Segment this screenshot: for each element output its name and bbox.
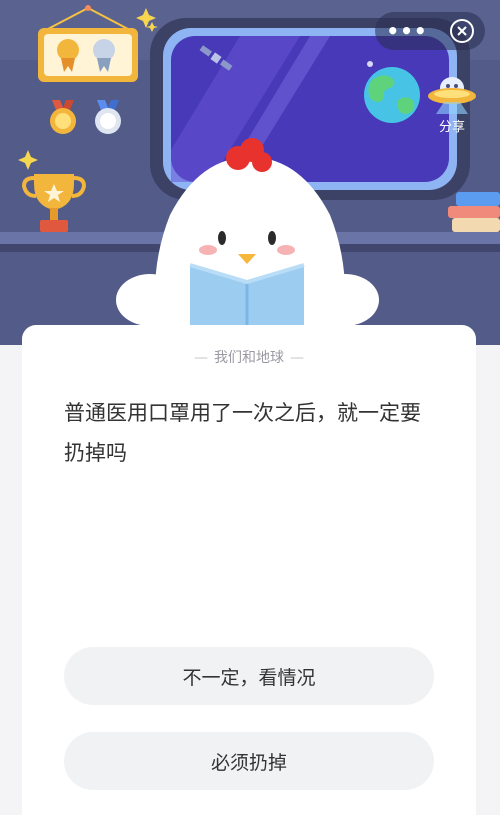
answer-option-1-label: 不一定，看情况 (182, 666, 316, 689)
category-label: 我们和地球 (214, 350, 284, 366)
category-title: — 我们和地球 — (22, 347, 476, 367)
category-dash-right: — (290, 350, 304, 366)
share-label: 分享 (438, 120, 465, 135)
more-dots-icon[interactable]: ••• (386, 12, 427, 50)
answer-option-2[interactable]: 必须扔掉 (64, 732, 434, 790)
answer-option-2-label: 必须扔掉 (210, 751, 287, 774)
ufo-share-icon (428, 77, 476, 114)
top-capsule: ••• (375, 12, 485, 50)
share-button[interactable]: 分享 (424, 68, 480, 140)
question-text: 普通医用口罩用了一次之后，就一定要扔掉吗 (64, 401, 421, 465)
close-circle-icon[interactable] (447, 16, 477, 46)
category-dash-left: — (194, 350, 208, 366)
hero-illustration (0, 0, 500, 345)
answer-option-1[interactable]: 不一定，看情况 (64, 647, 434, 705)
question-card: — 我们和地球 — 普通医用口罩用了一次之后，就一定要扔掉吗 不一定，看情况 必须扔… (22, 325, 476, 815)
hero-banner: ••• 分享 (0, 0, 500, 345)
